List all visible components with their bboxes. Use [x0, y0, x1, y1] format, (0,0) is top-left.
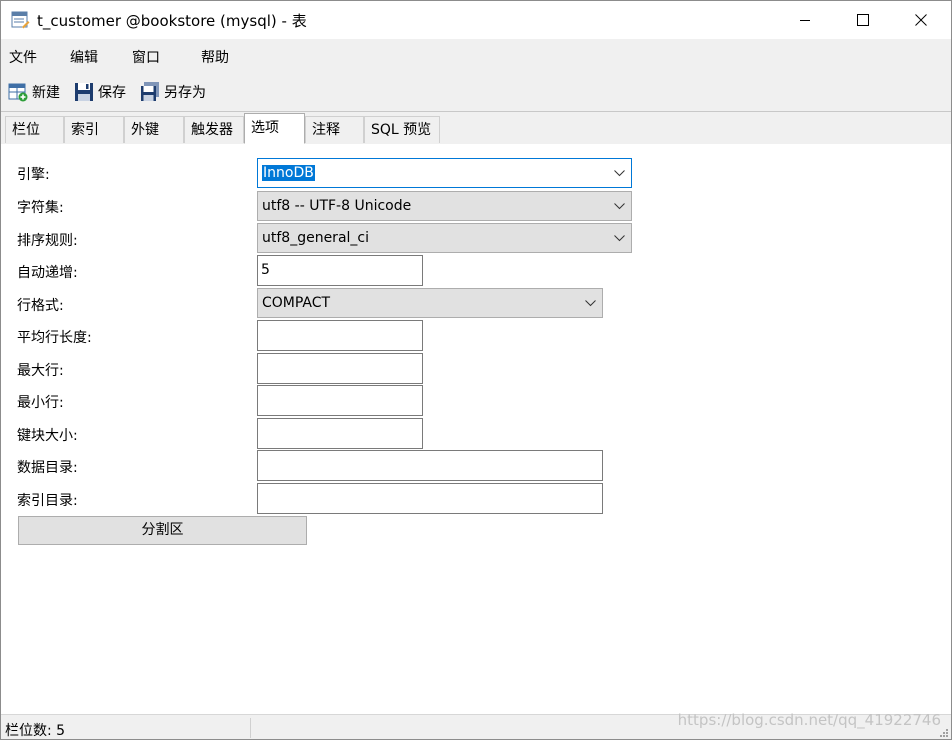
tab-fields[interactable]: 栏位 [5, 116, 64, 143]
new-button-label: 新建 [32, 85, 60, 101]
engine-label: 引擎: [17, 167, 50, 183]
row-format-value: COMPACT [262, 295, 331, 311]
menu-window[interactable]: 窗口 [132, 47, 160, 67]
maximize-icon [857, 14, 869, 26]
watermark: https://blog.csdn.net/qq_41922746 [677, 711, 941, 729]
close-icon [915, 14, 927, 26]
menu-help[interactable]: 帮助 [201, 47, 229, 67]
save-as-icon [141, 82, 159, 101]
partition-button[interactable]: 分割区 [18, 516, 307, 545]
collation-value: utf8_general_ci [262, 230, 369, 246]
max-rows-label: 最大行: [17, 363, 64, 379]
tab-sql-preview[interactable]: SQL 预览 [364, 116, 440, 143]
row-format-label: 行格式: [17, 298, 64, 314]
close-button[interactable] [892, 1, 950, 39]
index-directory-input[interactable] [257, 483, 603, 514]
charset-select[interactable]: utf8 -- UTF-8 Unicode [257, 191, 632, 221]
charset-label: 字符集: [17, 200, 64, 216]
chevron-down-icon [614, 170, 625, 177]
data-directory-label: 数据目录: [17, 460, 78, 476]
charset-value: utf8 -- UTF-8 Unicode [262, 198, 412, 214]
auto-increment-label: 自动递增: [17, 265, 78, 281]
chevron-down-icon [614, 203, 625, 210]
max-rows-input[interactable] [257, 353, 423, 384]
min-rows-label: 最小行: [17, 395, 64, 411]
collation-label: 排序规则: [17, 233, 78, 249]
save-button[interactable]: 保存 [74, 82, 126, 102]
engine-select[interactable]: InnoDB [257, 158, 632, 188]
key-block-size-input[interactable] [257, 418, 423, 449]
save-button-label: 保存 [98, 85, 126, 101]
status-separator [250, 718, 251, 738]
menu-bar: 文件 编辑 窗口 帮助 [1, 39, 951, 73]
chevron-down-icon [614, 235, 625, 242]
chevron-down-icon [585, 300, 596, 307]
min-rows-input[interactable] [257, 385, 423, 416]
field-count-status: 栏位数: 5 [5, 723, 66, 739]
minimize-button[interactable] [776, 1, 834, 39]
table-design-icon [11, 11, 30, 29]
tab-triggers[interactable]: 触发器 [184, 116, 244, 143]
status-bar: 栏位数: 5 https://blog.csdn.net/qq_41922746 [1, 711, 951, 739]
avg-row-length-input[interactable] [257, 320, 423, 351]
options-form: 引擎: InnoDB 字符集: utf8 -- UTF-8 Unicode 排序… [1, 144, 951, 714]
tab-comment[interactable]: 注释 [305, 116, 364, 143]
maximize-button[interactable] [834, 1, 892, 39]
new-button[interactable]: 新建 [8, 82, 60, 102]
tab-options[interactable]: 选项 [244, 113, 305, 144]
save-as-button-label: 另存为 [164, 85, 206, 101]
avg-row-length-label: 平均行长度: [17, 330, 92, 346]
tab-foreign-keys[interactable]: 外键 [124, 116, 184, 143]
save-icon [75, 83, 93, 101]
menu-edit[interactable]: 编辑 [70, 47, 98, 67]
tab-indexes[interactable]: 索引 [64, 116, 124, 143]
toolbar: 新建 保存 另存为 [1, 73, 951, 112]
menu-file[interactable]: 文件 [9, 47, 37, 67]
minimize-icon [800, 20, 810, 21]
key-block-size-label: 键块大小: [17, 428, 78, 444]
row-format-select[interactable]: COMPACT [257, 288, 603, 318]
new-table-icon [8, 83, 28, 102]
index-directory-label: 索引目录: [17, 493, 78, 509]
auto-increment-input[interactable]: 5 [257, 255, 423, 286]
resize-grip-icon[interactable] [939, 728, 949, 738]
tab-strip: 栏位 索引 外键 触发器 选项 注释 SQL 预览 [1, 112, 951, 145]
title-bar: t_customer @bookstore (mysql) - 表 [1, 1, 951, 39]
collation-select[interactable]: utf8_general_ci [257, 223, 632, 253]
engine-value: InnoDB [262, 165, 315, 181]
save-as-button[interactable]: 另存为 [140, 82, 206, 102]
table-designer-window: t_customer @bookstore (mysql) - 表 文件 编辑 … [0, 0, 952, 740]
data-directory-input[interactable] [257, 450, 603, 481]
window-title: t_customer @bookstore (mysql) - 表 [37, 12, 307, 30]
